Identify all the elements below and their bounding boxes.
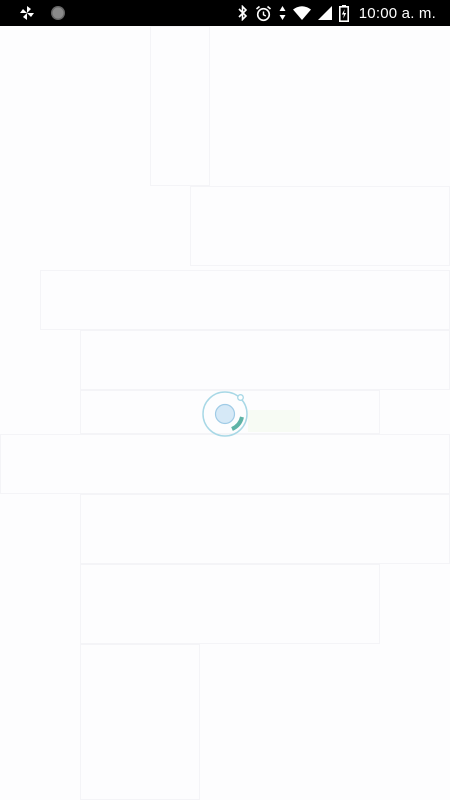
spinner-orbit-dot [237,394,244,401]
battery-charging-icon [338,4,349,22]
background-placeholder-block [80,564,380,644]
background-placeholder-highlight [248,410,300,432]
signal-icon [317,6,332,20]
background-placeholder-block [40,270,450,330]
status-bar-time: 10:00 a. m. [358,4,436,22]
background-placeholder-block [190,186,450,266]
status-bar: 10:00 a. m. [0,0,450,26]
spinner-core [214,403,236,425]
background-placeholder-block [80,494,450,564]
background-placeholder-block [150,26,210,186]
background-placeholder-block [0,434,450,494]
status-bar-left [18,4,80,22]
wifi-icon [292,6,311,20]
loading-spinner-icon [201,390,249,438]
bluetooth-icon [238,5,248,21]
alarm-icon [255,5,272,22]
circle-dot-icon [50,5,66,21]
background-placeholder-block [80,330,450,390]
background-placeholder-block [80,644,200,800]
loading-screen [0,26,450,800]
data-arrows-icon [279,5,286,21]
status-bar-right: 10:00 a. m. [231,4,436,22]
pinwheel-icon [18,4,36,22]
